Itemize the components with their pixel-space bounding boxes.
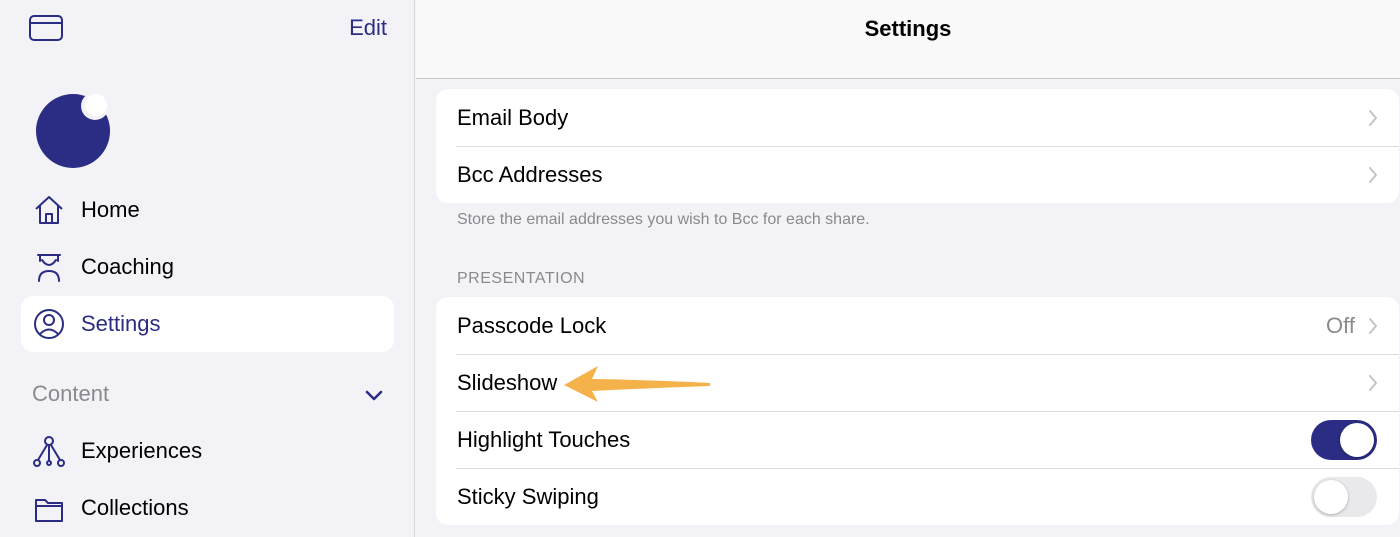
row-label: Email Body <box>457 104 569 130</box>
annotation-arrow-icon <box>564 366 710 402</box>
chevron-right-icon <box>1369 109 1377 126</box>
sidebar-item-label: Settings <box>81 311 161 336</box>
sticky-swiping-toggle[interactable] <box>1311 476 1377 517</box>
experiences-icon <box>32 434 66 468</box>
email-settings-group: Email Body Bcc Addresses <box>436 89 1399 203</box>
bcc-addresses-row[interactable]: Bcc Addresses <box>436 146 1399 203</box>
sidebar-toggle-icon[interactable] <box>29 15 63 41</box>
row-label: Slideshow <box>457 369 558 395</box>
toggle-knob <box>1340 422 1374 457</box>
highlight-touches-row: Highlight Touches <box>436 411 1399 468</box>
highlight-touches-toggle[interactable] <box>1311 419 1377 460</box>
presentation-settings-group: Passcode Lock Off Slideshow Highlight To… <box>436 297 1399 525</box>
home-icon <box>32 193 66 227</box>
page-title: Settings <box>864 16 952 41</box>
chevron-right-icon <box>1369 374 1377 391</box>
navigation-bar: Settings <box>416 0 1400 79</box>
sidebar-item-label: Coaching <box>81 254 174 279</box>
sidebar-item-home[interactable]: Home <box>21 182 394 238</box>
sidebar-item-coaching[interactable]: Coaching <box>21 239 394 295</box>
sidebar-item-collections[interactable]: Collections <box>21 480 394 536</box>
bcc-footer-note: Store the email addresses you wish to Bc… <box>457 211 870 228</box>
edit-button[interactable]: Edit <box>349 15 387 41</box>
toggle-knob <box>1314 479 1348 514</box>
main-content: Email Body Bcc Addresses Store the email… <box>416 0 1400 537</box>
row-label: Sticky Swiping <box>457 483 599 509</box>
row-label: Bcc Addresses <box>457 161 603 187</box>
sidebar-item-experiences[interactable]: Experiences <box>21 423 394 479</box>
content-section-label: Content <box>32 381 110 406</box>
chevron-down-icon[interactable] <box>363 385 385 405</box>
app-logo <box>36 94 110 168</box>
chevron-right-icon <box>1369 166 1377 183</box>
sidebar: Edit Home Coaching Settings Content Expe… <box>0 0 415 537</box>
row-label: Passcode Lock <box>457 312 607 338</box>
sidebar-item-label: Home <box>81 197 140 222</box>
sticky-swiping-row: Sticky Swiping <box>436 468 1399 525</box>
folder-icon <box>32 491 66 525</box>
chevron-right-icon <box>1369 317 1377 334</box>
sidebar-item-label: Experiences <box>81 438 203 463</box>
person-circle-icon <box>32 307 66 341</box>
email-body-row[interactable]: Email Body <box>436 89 1399 146</box>
presentation-section-header: PRESENTATION <box>457 270 586 287</box>
passcode-lock-value: Off <box>1326 312 1355 338</box>
sidebar-item-label: Collections <box>81 495 189 520</box>
row-label: Highlight Touches <box>457 426 631 452</box>
sidebar-item-settings[interactable]: Settings <box>21 296 394 352</box>
passcode-lock-row[interactable]: Passcode Lock Off <box>436 297 1399 354</box>
coaching-icon <box>32 250 66 284</box>
